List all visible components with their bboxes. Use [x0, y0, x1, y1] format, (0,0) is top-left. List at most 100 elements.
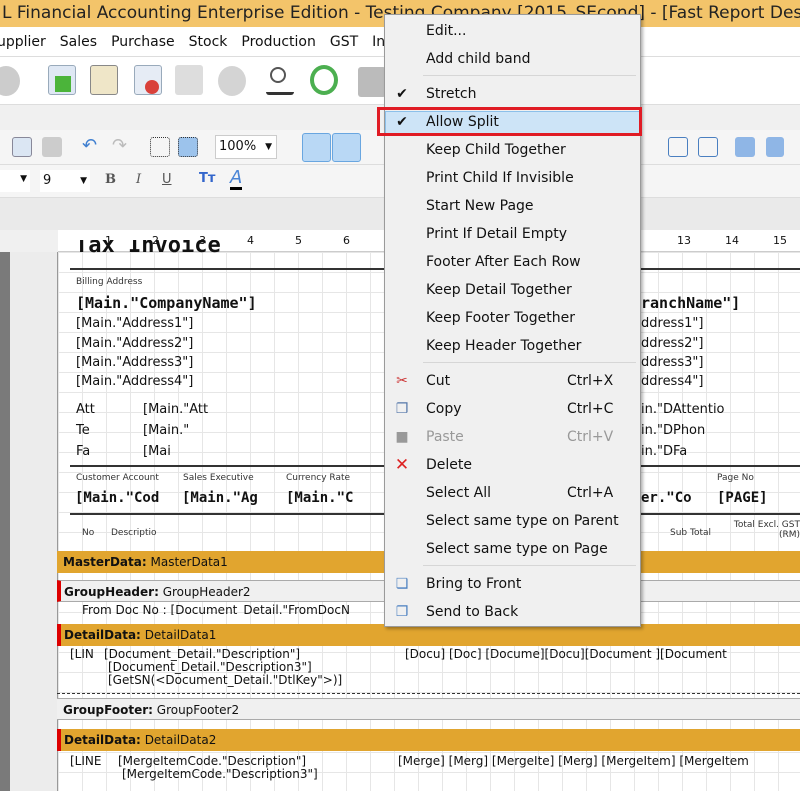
print-icon[interactable]: [358, 67, 386, 97]
merge-description-field[interactable]: [MergeItemCode."Description"]: [118, 754, 306, 768]
menu-item-edit[interactable]: Edit...: [385, 18, 640, 44]
group-icon[interactable]: [150, 137, 170, 157]
address-field[interactable]: [Main."Address1"]: [76, 316, 193, 331]
phone-field[interactable]: [Main.": [143, 423, 189, 438]
refresh-icon[interactable]: [310, 65, 338, 95]
delivery-fax-field[interactable]: in."DFa: [641, 444, 687, 459]
delivery-phone-field[interactable]: in."DPhon: [641, 423, 705, 438]
address-field[interactable]: ddress4"]: [641, 374, 703, 389]
billing-address-label[interactable]: Billing Address: [76, 277, 142, 287]
phone-label[interactable]: Te: [76, 423, 90, 438]
menu-purchase[interactable]: Purchase: [111, 34, 175, 50]
font-name-select[interactable]: ▼: [0, 170, 30, 192]
attention-label[interactable]: Att: [76, 402, 95, 417]
underline-button[interactable]: U: [162, 172, 172, 187]
company-name-field[interactable]: [Main."CompanyName"]: [76, 294, 257, 312]
menu-item-bring-to-front[interactable]: ❏ Bring to Front: [385, 571, 640, 597]
menu-stock[interactable]: Stock: [189, 34, 228, 50]
currency-rate-label[interactable]: Currency Rate: [286, 473, 350, 483]
menu-sales[interactable]: Sales: [60, 34, 97, 50]
menu-item-paste[interactable]: ■ Paste Ctrl+V: [385, 424, 640, 450]
code-field[interactable]: er."Co: [641, 490, 692, 506]
cancel-icon[interactable]: [218, 66, 246, 96]
last-record-icon[interactable]: [0, 66, 20, 96]
menu-item-print-child-if-invisible[interactable]: Print Child If Invisible: [385, 165, 640, 191]
fax-label[interactable]: Fa: [76, 444, 90, 459]
page-field[interactable]: [PAGE]: [717, 490, 768, 506]
paste-icon[interactable]: [42, 137, 62, 157]
bold-button[interactable]: B: [105, 172, 116, 187]
sales-executive-label[interactable]: Sales Executive: [183, 473, 254, 483]
fax-field[interactable]: [Mai: [143, 444, 171, 459]
description-field[interactable]: [Document_Detail."Description"]: [104, 647, 300, 661]
menu-gst[interactable]: GST: [330, 34, 358, 50]
customer-code-field[interactable]: [Main."Cod: [75, 490, 159, 506]
font-size-select[interactable]: 9 ▼: [40, 170, 90, 192]
delivery-attention-field[interactable]: in."DAttentio: [641, 402, 725, 417]
show-grid-icon[interactable]: [302, 133, 331, 162]
menu-item-add-child-band[interactable]: Add child band: [385, 46, 640, 72]
new-document-icon[interactable]: [48, 65, 76, 95]
delete-document-icon[interactable]: [134, 65, 162, 95]
address-field[interactable]: ddress3"]: [641, 355, 703, 370]
space-horizontal-icon[interactable]: [735, 137, 755, 157]
menu-item-stretch[interactable]: ✔ Stretch: [385, 81, 640, 107]
menu-production[interactable]: Production: [241, 34, 315, 50]
page-no-label[interactable]: Page No: [717, 473, 754, 483]
description3-field[interactable]: [Document_Detail."Description3"]: [108, 660, 312, 674]
align-to-grid-icon[interactable]: [332, 133, 361, 162]
address-field[interactable]: ddress2"]: [641, 336, 703, 351]
agent-field[interactable]: [Main."Ag: [182, 490, 258, 506]
menu-item-keep-header-together[interactable]: Keep Header Together: [385, 333, 640, 359]
merge-description3-field[interactable]: [MergeItemCode."Description3"]: [122, 767, 318, 781]
menu-item-footer-after-each-row[interactable]: Footer After Each Row: [385, 249, 640, 275]
copy-icon[interactable]: [12, 137, 32, 157]
col-subtotal[interactable]: Sub Total: [670, 528, 711, 538]
menu-item-select-all[interactable]: Select All Ctrl+A: [385, 480, 640, 506]
band-detaildata2[interactable]: DetailData: DetailData2: [57, 729, 800, 751]
font-icon[interactable]: Tт: [199, 171, 215, 186]
address-field[interactable]: [Main."Address4"]: [76, 374, 193, 389]
italic-button[interactable]: I: [136, 172, 141, 187]
undo-icon[interactable]: ↶: [82, 135, 97, 156]
address-field[interactable]: [Main."Address3"]: [76, 355, 193, 370]
attention-field[interactable]: [Main."Att: [143, 402, 208, 417]
menu-item-select-same-type-page[interactable]: Select same type on Page: [385, 536, 640, 562]
center-vertical-icon[interactable]: [698, 137, 718, 157]
currency-field[interactable]: [Main."C: [286, 490, 353, 506]
line-no-field[interactable]: [LINE: [70, 754, 101, 768]
document-detail-fields[interactable]: [Docu] [Doc] [Docume][Docu][Document ][D…: [405, 647, 800, 661]
address-field[interactable]: ddress1"]: [641, 316, 703, 331]
menu-item-delete[interactable]: ✕ Delete: [385, 452, 640, 478]
font-color-icon[interactable]: A: [230, 169, 243, 190]
search-icon[interactable]: [266, 65, 294, 95]
menu-supplier[interactable]: upplier: [0, 34, 46, 50]
menu-item-keep-footer-together[interactable]: Keep Footer Together: [385, 305, 640, 331]
band-resize-handle[interactable]: [57, 693, 800, 694]
merge-item-fields[interactable]: [Merge] [Merg] [MergeIte] [Merg] [MergeI…: [398, 754, 800, 768]
customer-account-label[interactable]: Customer Account: [76, 473, 159, 483]
ungroup-icon[interactable]: [178, 137, 198, 157]
menu-item-cut[interactable]: ✂ Cut Ctrl+X: [385, 368, 640, 394]
menu-item-keep-detail-together[interactable]: Keep Detail Together: [385, 277, 640, 303]
space-vertical-icon[interactable]: [766, 137, 784, 157]
center-horizontal-icon[interactable]: [668, 137, 688, 157]
menu-item-copy[interactable]: ❐ Copy Ctrl+C: [385, 396, 640, 422]
band-groupfooter2[interactable]: GroupFooter: GroupFooter2: [57, 698, 800, 720]
redo-icon[interactable]: ↷: [112, 135, 127, 156]
branch-name-field[interactable]: ranchName"]: [641, 294, 740, 312]
band-detaildata1[interactable]: DetailData: DetailData1: [57, 624, 800, 646]
menu-item-keep-child-together[interactable]: Keep Child Together: [385, 137, 640, 163]
zoom-select[interactable]: 100% ▼: [215, 135, 277, 159]
col-total-excl-gst[interactable]: Total Excl. GST (RM): [730, 520, 800, 540]
menu-item-send-to-back[interactable]: ❐ Send to Back: [385, 599, 640, 625]
col-description[interactable]: Descriptio: [111, 528, 157, 538]
line-no-field[interactable]: [LIN: [70, 647, 94, 661]
menu-item-start-new-page[interactable]: Start New Page: [385, 193, 640, 219]
save-icon[interactable]: [175, 65, 203, 95]
address-field[interactable]: [Main."Address2"]: [76, 336, 193, 351]
edit-icon[interactable]: [90, 65, 118, 95]
menu-item-print-if-detail-empty[interactable]: Print If Detail Empty: [385, 221, 640, 247]
from-doc-field[interactable]: From Doc No : [Document_Detail."FromDocN: [82, 603, 350, 615]
menu-item-select-same-type-parent[interactable]: Select same type on Parent: [385, 508, 640, 534]
